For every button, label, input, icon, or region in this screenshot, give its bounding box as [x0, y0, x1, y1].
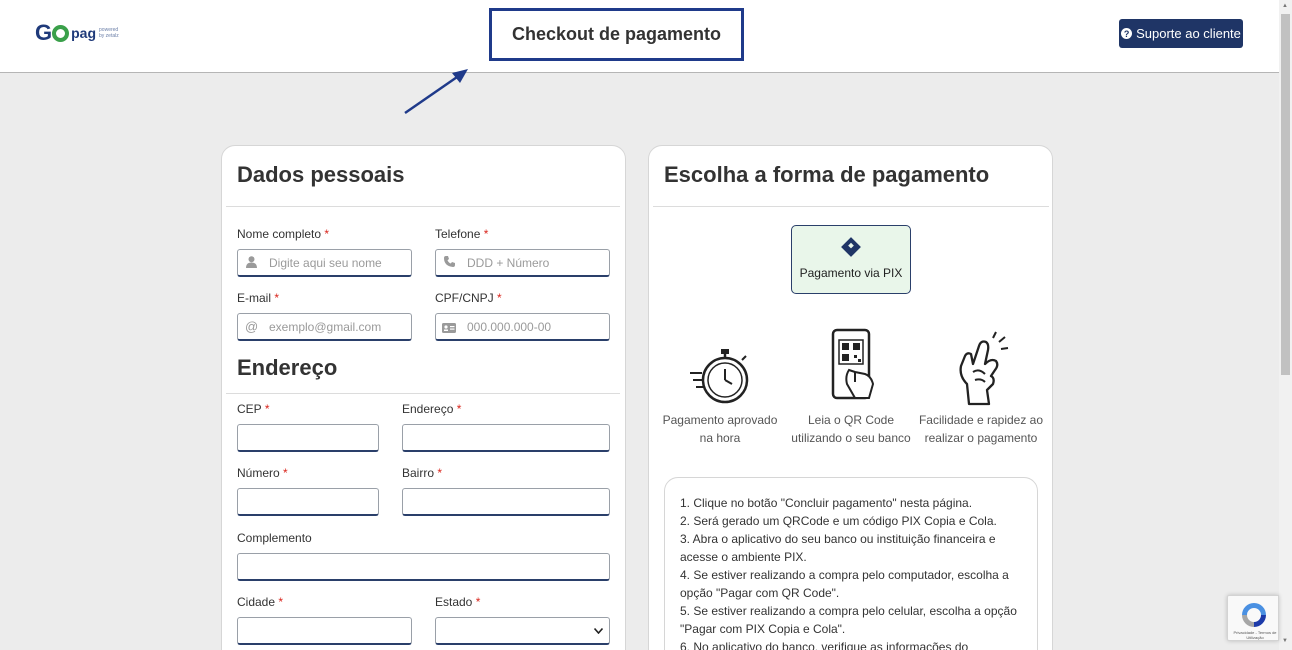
street-input[interactable] — [402, 424, 610, 452]
email-input[interactable] — [237, 313, 412, 341]
feature-approved-text: Pagamento aprovado na hora — [662, 413, 778, 445]
city-label: Cidade * — [237, 595, 284, 609]
question-circle-icon: ? — [1121, 28, 1133, 39]
divider — [653, 206, 1049, 207]
complement-label: Complemento — [237, 531, 312, 545]
name-label: Nome completo * — [237, 227, 330, 241]
customer-support-button[interactable]: ? Suporte ao cliente — [1119, 19, 1243, 48]
page-scrollbar[interactable]: ▲ ▼ — [1279, 0, 1292, 650]
divider — [226, 393, 620, 394]
state-label: Estado * — [435, 595, 481, 609]
feature-qr: Leia o QR Code utilizando o seu banco — [786, 328, 916, 447]
feature-ease: Facilidade e rapidez ao realizar o pagam… — [916, 328, 1046, 447]
cep-input[interactable] — [237, 424, 379, 452]
stopwatch-icon — [690, 349, 749, 404]
instruction-step: 5. Se estiver realizando a compra pelo c… — [680, 604, 1017, 636]
district-input[interactable] — [402, 488, 610, 516]
snap-fingers-icon — [959, 331, 1009, 406]
phone-label: Telefone * — [435, 227, 489, 241]
pix-instructions-box: 1. Clique no botão "Concluir pagamento" … — [664, 477, 1038, 650]
address-title: Endereço — [237, 355, 338, 380]
logo-go: G — [35, 20, 70, 46]
number-input[interactable] — [237, 488, 379, 516]
logo-powered-by: powered by zetalz — [99, 27, 119, 39]
scroll-down-arrow-icon[interactable]: ▼ — [1282, 638, 1288, 644]
number-label: Número * — [237, 466, 288, 480]
payment-card: Escolha a forma de pagamento Pagamento v… — [648, 145, 1053, 650]
city-input[interactable] — [237, 617, 412, 645]
complement-input[interactable] — [237, 553, 610, 581]
cpf-label: CPF/CNPJ * — [435, 291, 502, 305]
feature-qr-text: Leia o QR Code utilizando o seu banco — [791, 413, 911, 445]
scrollbar-thumb[interactable] — [1281, 14, 1290, 375]
instruction-step: 2. Será gerado um QRCode e um código PIX… — [680, 514, 997, 528]
scroll-up-arrow-icon[interactable]: ▲ — [1282, 3, 1288, 9]
pix-option-label: Pagamento via PIX — [799, 265, 903, 280]
state-select[interactable] — [435, 617, 610, 645]
email-label: E-mail * — [237, 291, 280, 305]
instruction-step: 4. Se estiver realizando a compra pelo c… — [680, 568, 1009, 600]
recaptcha-links[interactable]: Privacidade - Termos de Utilização — [1231, 630, 1279, 640]
payment-title: Escolha a forma de pagamento — [664, 162, 990, 187]
full-name-input[interactable] — [237, 249, 412, 277]
instruction-step: 1. Clique no botão "Concluir pagamento" … — [680, 496, 973, 510]
pix-icon — [841, 236, 861, 257]
district-label: Bairro * — [402, 466, 443, 480]
personal-data-title: Dados pessoais — [237, 162, 405, 187]
phone-qr-icon — [831, 328, 875, 400]
cpf-cnpj-input[interactable] — [435, 313, 610, 341]
divider — [226, 206, 620, 207]
logo-pag: pag — [71, 25, 97, 41]
pix-payment-option[interactable]: Pagamento via PIX — [791, 225, 911, 294]
street-label: Endereço * — [402, 402, 462, 416]
feature-ease-text: Facilidade e rapidez ao realizar o pagam… — [918, 413, 1044, 445]
page-title: Checkout de pagamento — [489, 8, 744, 61]
phone-input[interactable] — [435, 249, 610, 277]
instruction-step: 6. No aplicativo do banco, verifique as … — [680, 640, 969, 650]
recaptcha-badge[interactable]: Privacidade - Termos de Utilização — [1227, 595, 1279, 641]
chevron-down-icon — [593, 626, 604, 637]
gopag-logo[interactable]: G pag powered by zetalz — [35, 20, 121, 46]
recaptcha-icon — [1242, 603, 1266, 627]
personal-data-card: Dados pessoais Nome completo * Telefone … — [221, 145, 626, 650]
feature-approved: Pagamento aprovado na hora — [655, 343, 785, 447]
top-header: G pag powered by zetalz Checkout de paga… — [0, 0, 1279, 73]
cep-label: CEP * — [237, 402, 270, 416]
instruction-step: 3. Abra o aplicativo do seu banco ou ins… — [680, 532, 996, 564]
annotation-arrow — [404, 69, 468, 115]
support-button-label: Suporte ao cliente — [1136, 26, 1241, 41]
